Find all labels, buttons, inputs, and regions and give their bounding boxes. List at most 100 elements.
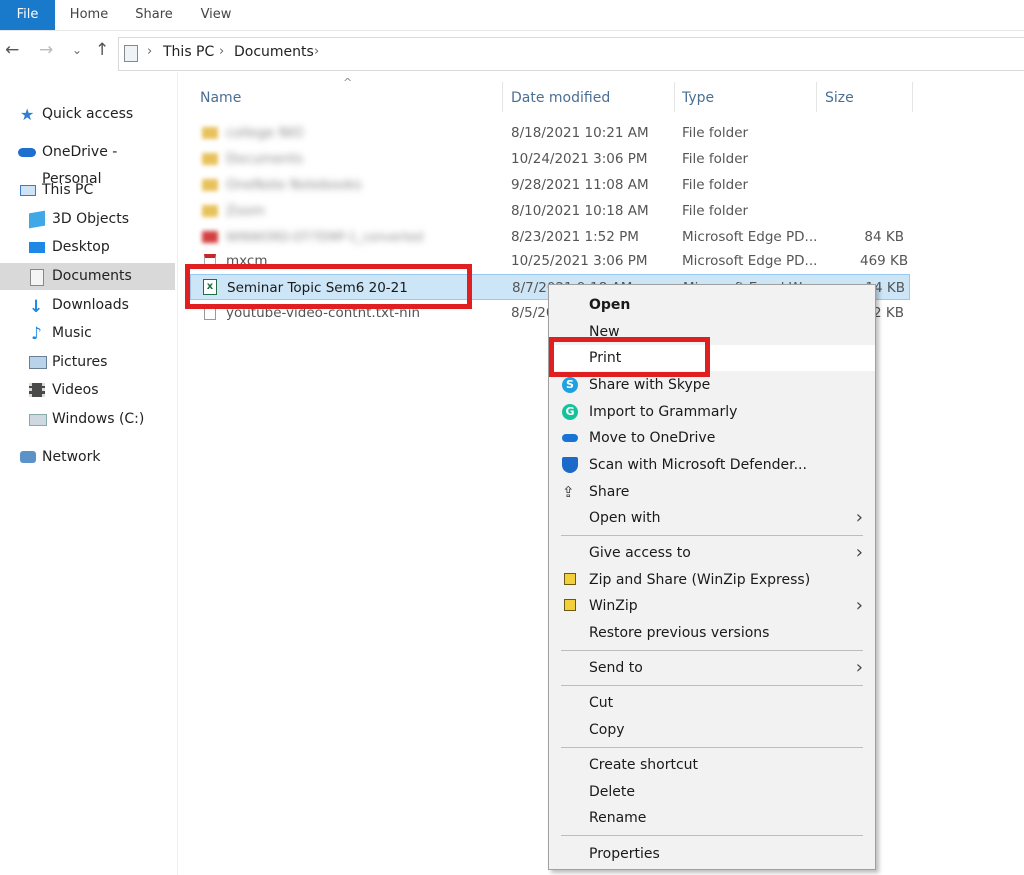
menu-label: Open with — [589, 510, 661, 526]
column-divider[interactable] — [502, 82, 503, 112]
breadcrumb-this-pc[interactable]: This PC — [163, 44, 214, 60]
nav-quick-access[interactable]: ★ Quick access — [0, 101, 176, 128]
desktop-icon — [29, 242, 45, 253]
music-note-icon: ♪ — [31, 324, 42, 344]
nav-windows-c[interactable]: Windows (C:) — [0, 406, 176, 433]
menu-label: Move to OneDrive — [589, 430, 716, 446]
menu-cut[interactable]: Cut — [549, 690, 875, 716]
column-divider[interactable] — [674, 82, 675, 112]
nav-downloads[interactable]: ↓ Downloads — [0, 292, 176, 319]
chevron-right-icon: › — [855, 657, 863, 678]
file-row[interactable]: OneNote Notebooks 9/28/2021 11:08 AM Fil… — [190, 172, 910, 198]
menu-label: Restore previous versions — [589, 625, 770, 641]
file-date: 8/10/2021 10:18 AM — [511, 203, 649, 219]
menu-create-shortcut[interactable]: Create shortcut — [549, 752, 875, 778]
file-name: college NIO — [226, 125, 304, 141]
back-icon[interactable]: ← — [5, 40, 19, 60]
menu-label: Copy — [589, 722, 625, 738]
menu-label: Give access to — [589, 545, 691, 561]
forward-icon[interactable]: → — [39, 40, 53, 60]
file-row[interactable]: college NIO 8/18/2021 10:21 AM File fold… — [190, 120, 910, 146]
nav-desktop[interactable]: Desktop — [0, 234, 176, 261]
menu-give-access-to[interactable]: Give access to › — [549, 540, 875, 566]
nav-videos[interactable]: Videos — [0, 377, 176, 404]
menu-zip-and-share[interactable]: Zip and Share (WinZip Express) — [549, 567, 875, 593]
file-type: Microsoft Edge PD... — [682, 253, 818, 269]
sort-ascending-icon: ^ — [343, 76, 353, 89]
menu-label: Import to Grammarly — [589, 404, 738, 420]
menu-delete[interactable]: Delete — [549, 779, 875, 805]
column-header-size[interactable]: Size — [825, 86, 854, 110]
grammarly-icon: G — [562, 404, 578, 420]
folder-icon — [202, 205, 218, 217]
breadcrumb-documents[interactable]: Documents — [234, 44, 314, 60]
menu-winzip[interactable]: WinZip › — [549, 593, 875, 619]
nav-label: Windows (C:) — [52, 411, 145, 427]
menu-copy[interactable]: Copy — [549, 717, 875, 743]
tab-home[interactable]: Home — [62, 0, 116, 30]
menu-send-to[interactable]: Send to › — [549, 655, 875, 681]
file-name: OneNote Notebooks — [226, 177, 362, 193]
menu-import-to-grammarly[interactable]: G Import to Grammarly — [549, 399, 875, 425]
menu-share[interactable]: ⇪ Share — [549, 479, 875, 505]
tab-file[interactable]: File — [0, 0, 55, 30]
ribbon-tabs: File Home Share View — [0, 0, 1024, 31]
file-row[interactable]: WINWORD-DT-TEMP-1_converted 8/23/2021 1:… — [190, 224, 910, 250]
folder-icon — [202, 179, 218, 191]
winzip-icon — [564, 599, 576, 611]
menu-properties[interactable]: Properties — [549, 841, 875, 867]
nav-onedrive[interactable]: OneDrive - Personal — [0, 139, 176, 187]
nav-network[interactable]: Network — [0, 444, 176, 471]
recent-locations-chevron-icon[interactable]: ⌄ — [72, 43, 82, 57]
defender-shield-icon — [562, 457, 578, 473]
document-icon — [30, 269, 44, 286]
winzip-icon — [564, 573, 576, 585]
menu-label: Properties — [589, 846, 660, 862]
menu-separator — [561, 835, 863, 836]
file-type: File folder — [682, 203, 749, 219]
tab-view[interactable]: View — [192, 0, 240, 30]
file-type: File folder — [682, 151, 749, 167]
nav-music[interactable]: ♪ Music — [0, 320, 176, 347]
column-divider[interactable] — [816, 82, 817, 112]
file-name: Documents — [226, 151, 303, 167]
nav-label: Pictures — [52, 354, 108, 370]
nav-pictures[interactable]: Pictures — [0, 349, 176, 376]
menu-scan-with-defender[interactable]: Scan with Microsoft Defender... — [549, 452, 875, 478]
menu-open[interactable]: Open — [549, 292, 875, 318]
menu-label: Cut — [589, 695, 614, 711]
menu-label: Share — [589, 484, 630, 500]
menu-rename[interactable]: Rename — [549, 805, 875, 831]
breadcrumb-separator-icon[interactable]: › — [314, 44, 319, 59]
column-header-type[interactable]: Type — [682, 86, 714, 110]
documents-location-icon — [124, 45, 138, 62]
star-icon: ★ — [20, 105, 35, 124]
nav-label: Desktop — [52, 239, 110, 255]
nav-label: Quick access — [42, 106, 134, 122]
file-type: File folder — [682, 125, 749, 141]
menu-label: Open — [589, 297, 631, 313]
pane-divider[interactable] — [177, 72, 178, 875]
nav-3d-objects[interactable]: 3D Objects — [0, 206, 176, 233]
cloud-icon — [18, 148, 36, 157]
menu-move-to-onedrive[interactable]: Move to OneDrive — [549, 425, 875, 451]
film-strip-icon — [29, 383, 45, 397]
menu-separator — [561, 535, 863, 536]
nav-this-pc[interactable]: This PC — [0, 177, 176, 204]
chevron-right-icon: › — [855, 595, 863, 616]
menu-separator — [561, 685, 863, 686]
nav-label: 3D Objects — [52, 211, 130, 227]
nav-label: Network — [42, 449, 101, 465]
menu-label: Rename — [589, 810, 647, 826]
file-row[interactable]: Zoom 8/10/2021 10:18 AM File folder — [190, 198, 910, 224]
column-header-date-modified[interactable]: Date modified — [511, 86, 610, 110]
column-divider[interactable] — [912, 82, 913, 112]
up-icon[interactable]: ↑ — [95, 40, 109, 60]
menu-open-with[interactable]: Open with › — [549, 505, 875, 531]
nav-documents[interactable]: Documents — [0, 263, 175, 290]
menu-restore-previous-versions[interactable]: Restore previous versions — [549, 620, 875, 646]
file-date: 8/23/2021 1:52 PM — [511, 229, 639, 245]
column-header-name[interactable]: Name — [200, 86, 241, 110]
tab-share[interactable]: Share — [128, 0, 180, 30]
file-row[interactable]: Documents 10/24/2021 3:06 PM File folder — [190, 146, 910, 172]
